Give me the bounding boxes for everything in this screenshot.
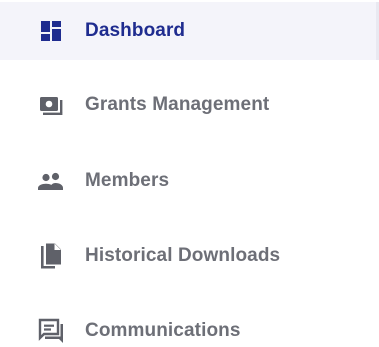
sidebar-item-label: Dashboard: [85, 20, 186, 41]
dashboard-icon: [37, 17, 65, 45]
sidebar-item-historical-downloads[interactable]: Historical Downloads: [0, 227, 379, 285]
sidebar-nav: Dashboard Grants Management Members Hist…: [0, 0, 379, 347]
sidebar-item-grants-management[interactable]: Grants Management: [0, 76, 379, 134]
sidebar-item-label: Grants Management: [85, 94, 270, 115]
sidebar-item-communications[interactable]: Communications: [0, 302, 379, 347]
grants-icon: [37, 91, 65, 119]
sidebar-item-members[interactable]: Members: [0, 152, 379, 210]
communications-icon: [37, 317, 65, 345]
sidebar-item-label: Members: [85, 170, 170, 191]
sidebar-item-dashboard[interactable]: Dashboard: [0, 2, 379, 60]
documents-icon: [37, 242, 65, 270]
members-icon: [37, 167, 65, 195]
sidebar-item-label: Communications: [85, 320, 241, 341]
sidebar-item-label: Historical Downloads: [85, 245, 281, 266]
